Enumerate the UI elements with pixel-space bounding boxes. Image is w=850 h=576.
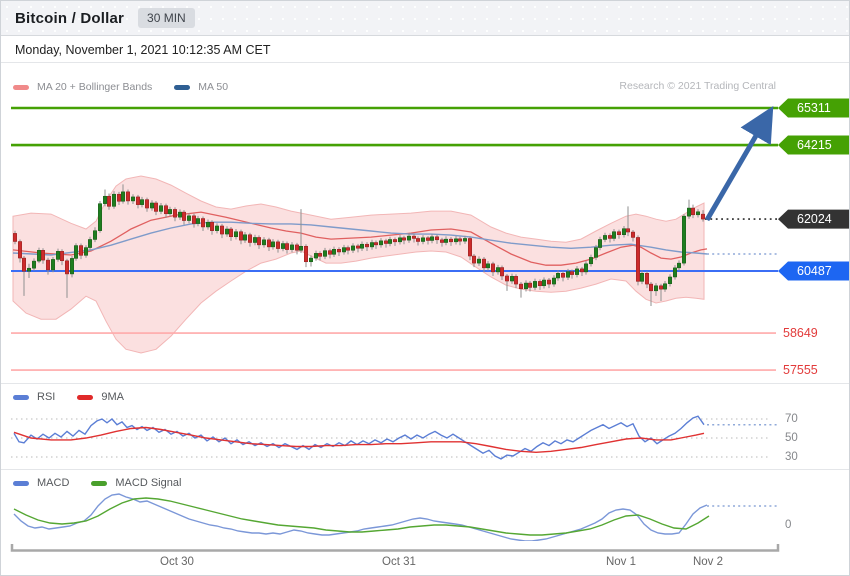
page-title: Bitcoin / Dollar: [15, 9, 125, 27]
macd-swatch: [13, 480, 29, 486]
rsi-legend: RSI 9MA: [13, 391, 124, 403]
x-axis: Oct 30 Oct 31 Nov 1 Nov 2: [1, 541, 849, 575]
main-legend: MA 20 + Bollinger Bands MA 50: [13, 81, 228, 93]
ma20-bollinger-label: MA 20 + Bollinger Bands: [37, 81, 153, 93]
x-axis-label-nov-2: Nov 2: [693, 556, 723, 568]
macd-panel: MACD MACD Signal 0: [1, 469, 849, 547]
svg-text:65311: 65311: [797, 101, 831, 115]
legend-item-ma50: MA 50: [174, 81, 228, 93]
main-price-panel: MA 20 + Bollinger Bands MA 50 Research ©…: [1, 63, 849, 383]
svg-text:60487: 60487: [797, 264, 832, 278]
x-axis-label-oct-31: Oct 31: [382, 556, 416, 568]
svg-text:62024: 62024: [797, 212, 832, 226]
macd-signal-swatch: [91, 480, 108, 486]
trading-chart-card: Bitcoin / Dollar 30 MIN Monday, November…: [0, 0, 850, 576]
rsi-swatch: [13, 394, 29, 400]
macd-series-macd: [13, 493, 708, 542]
price-text-57555: 57555: [783, 363, 818, 377]
svg-text:64215: 64215: [797, 138, 832, 152]
attribution-text: Research © 2021 Trading Central: [619, 80, 776, 92]
price-tag-60487: 60487: [778, 261, 849, 281]
timeframe-badge: 30 MIN: [138, 8, 195, 28]
legend-item-macd-signal: MACD Signal: [91, 477, 181, 489]
x-axis-label-oct-30: Oct 30: [160, 556, 194, 568]
candlestick-chart: 65311 64215 60487 58649 57555 62024: [11, 98, 849, 377]
macd-zero-label: 0: [785, 519, 791, 531]
legend-item-rsi: RSI: [13, 391, 55, 403]
ma50-label: MA 50: [198, 81, 229, 93]
datetime-label: Monday, November 1, 2021 10:12:35 AM CET: [15, 42, 271, 57]
ma50-swatch: [174, 84, 191, 90]
price-text-58649: 58649: [783, 326, 818, 340]
title-bar: Bitcoin / Dollar 30 MIN: [1, 1, 849, 36]
ma20-bollinger-swatch: [13, 84, 29, 90]
price-tag-65311: 65311: [778, 98, 849, 118]
legend-item-macd: MACD: [13, 477, 69, 489]
date-bar: Monday, November 1, 2021 10:12:35 AM CET: [1, 37, 849, 63]
macd-legend: MACD MACD Signal: [13, 477, 181, 489]
price-tag-62024: 62024: [778, 209, 849, 229]
rsi-level-label-50: 50: [785, 432, 798, 444]
rsi-series-9ma: [13, 426, 705, 454]
legend-item-ma20-bollinger: MA 20 + Bollinger Bands: [13, 81, 152, 93]
rsi-level-label-30: 30: [785, 451, 798, 463]
rsi-label: RSI: [37, 391, 56, 403]
rsi-9ma-label: 9MA: [101, 391, 124, 403]
rsi-panel: RSI 9MA 70 50 30: [1, 383, 849, 469]
x-axis-label-nov-1: Nov 1: [606, 556, 636, 568]
legend-item-9ma: 9MA: [77, 391, 124, 403]
x-axis-svg: Oct 30 Oct 31 Nov 1 Nov 2: [10, 544, 780, 568]
rsi-chart: 70 50 30: [11, 413, 798, 463]
macd-signal-label: MACD Signal: [115, 477, 182, 489]
x-axis-bracket: [10, 544, 780, 552]
rsi-9ma-swatch: [77, 394, 94, 400]
price-tag-64215: 64215: [778, 135, 849, 155]
forecast-arrow: [704, 106, 774, 222]
rsi-level-label-70: 70: [785, 413, 798, 425]
bollinger-band: [12, 175, 705, 354]
macd-label: MACD: [37, 477, 70, 489]
